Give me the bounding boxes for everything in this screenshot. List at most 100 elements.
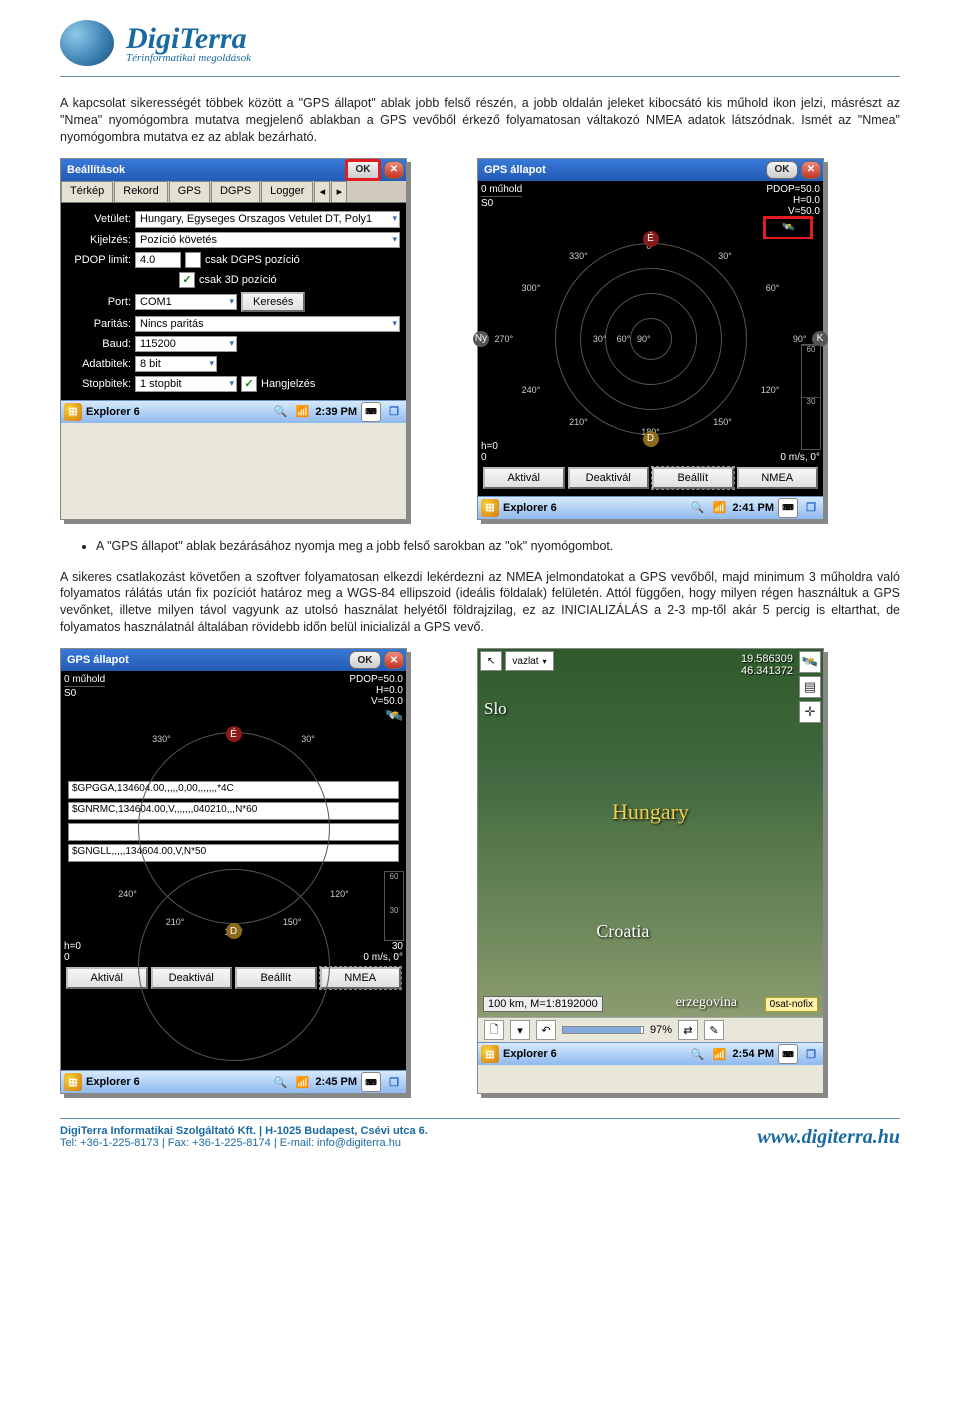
gps2-h: H=0.0: [349, 685, 403, 696]
gps2-muhold: 0 műhold: [64, 674, 105, 685]
task-time: 2:41 PM: [732, 502, 774, 514]
layers-icon[interactable]: ▤: [799, 676, 821, 698]
map-window: ↖ vazlat▾ 🛰️ ▤ ✛ 19.586309 46.341372 Slo…: [477, 648, 824, 1094]
keyboard-icon[interactable]: ⌨: [778, 1044, 798, 1064]
start-icon[interactable]: ⊞: [64, 1073, 82, 1091]
keyboard-icon[interactable]: ⌨: [361, 402, 381, 422]
pointer-tool-icon[interactable]: ↖: [480, 651, 502, 671]
start-icon[interactable]: ⊞: [64, 403, 82, 421]
nmea-button[interactable]: NMEA: [737, 467, 819, 489]
beallit-button[interactable]: Beállít: [652, 467, 734, 489]
signal-bar: 60 30: [801, 344, 821, 450]
tray-icon[interactable]: 🔍: [688, 1045, 706, 1063]
windows-icon[interactable]: ❐: [385, 1073, 403, 1091]
settings-tabs: Térkép Rekord GPS DGPS Logger ◂ ▸: [61, 181, 406, 203]
tab-dgps[interactable]: DGPS: [211, 181, 260, 202]
label-csak-3d: csak 3D pozíció: [199, 274, 277, 286]
task-app[interactable]: Explorer 6: [86, 406, 140, 418]
task-app[interactable]: Explorer 6: [503, 1048, 557, 1060]
keyboard-icon[interactable]: ⌨: [361, 1072, 381, 1092]
map-lat: 46.341372: [741, 665, 793, 677]
draw-icon[interactable]: ✎: [704, 1020, 724, 1040]
tool-icon[interactable]: ⇄: [678, 1020, 698, 1040]
gps1-h: H=0.0: [766, 195, 820, 206]
input-baud[interactable]: 115200: [135, 336, 237, 352]
ok-button[interactable]: OK: [766, 161, 798, 179]
input-paritas[interactable]: Nincs paritás: [135, 316, 400, 332]
task-time: 2:39 PM: [315, 406, 357, 418]
gps1-speed: 0 m/s, 0°: [780, 452, 820, 463]
signal-icon[interactable]: 📶: [710, 1045, 728, 1063]
task-app[interactable]: Explorer 6: [503, 502, 557, 514]
chevron-down-icon[interactable]: ▾: [510, 1020, 530, 1040]
tab-logger[interactable]: Logger: [261, 181, 313, 202]
start-icon[interactable]: ⊞: [481, 1045, 499, 1063]
tray-icon[interactable]: 🔍: [271, 403, 289, 421]
gps1-h0: h=0: [481, 441, 498, 452]
ok-button[interactable]: OK: [349, 651, 381, 669]
input-stopbitek[interactable]: 1 stopbit: [135, 376, 237, 392]
tab-scroll-left-icon[interactable]: ◂: [314, 181, 330, 202]
deaktival-button[interactable]: Deaktivál: [568, 467, 650, 489]
windows-icon[interactable]: ❐: [385, 403, 403, 421]
close-button[interactable]: ✕: [801, 161, 821, 179]
cardinal-n: É: [226, 726, 242, 742]
map-label-hungary: Hungary: [612, 799, 689, 825]
checkbox-3d[interactable]: ✓: [179, 272, 195, 288]
input-kijelzes[interactable]: Pozíció követés: [135, 232, 400, 248]
footer-line-1: DigiTerra Informatikai Szolgáltató Kft. …: [60, 1125, 428, 1137]
gps1-title: GPS állapot: [484, 164, 763, 176]
tab-scroll-right-icon[interactable]: ▸: [331, 181, 347, 202]
tab-gps[interactable]: GPS: [169, 181, 210, 202]
undo-icon[interactable]: ↶: [536, 1020, 556, 1040]
crosshair-icon[interactable]: ✛: [799, 701, 821, 723]
tray-icon[interactable]: 🔍: [688, 499, 706, 517]
input-vetulet[interactable]: Hungary, Egyseges Orszagos Vetulet DT, P…: [135, 211, 400, 228]
satellite-icon[interactable]: 🛰️: [799, 651, 821, 673]
layer-select[interactable]: vazlat▾: [505, 651, 553, 671]
input-adatbitek[interactable]: 8 bit: [135, 356, 217, 372]
label-hangjelzes: Hangjelzés: [261, 378, 315, 390]
checkbox-dgps[interactable]: [185, 252, 201, 268]
signal-icon[interactable]: 📶: [293, 1073, 311, 1091]
checkbox-hangjelzes[interactable]: ✓: [241, 376, 257, 392]
input-port[interactable]: COM1: [135, 294, 237, 310]
footer-line-2: Tel: +36-1-225-8173 | Fax: +36-1-225-817…: [60, 1137, 428, 1149]
close-button[interactable]: ✕: [384, 161, 404, 179]
aktival-button[interactable]: Aktivál: [483, 467, 565, 489]
windows-icon[interactable]: ❐: [802, 499, 820, 517]
taskbar: ⊞ Explorer 6 🔍 📶 2:39 PM ⌨ ❐: [61, 400, 406, 423]
map-toolbar: 🗋 ▾ ↶ 97% ⇄ ✎: [478, 1017, 823, 1042]
task-app[interactable]: Explorer 6: [86, 1076, 140, 1088]
cardinal-s: D: [643, 431, 659, 447]
aktival-button[interactable]: Aktivál: [66, 967, 148, 989]
gps2-h0: h=0: [64, 941, 81, 952]
map-label-croatia: Croatia: [596, 921, 649, 942]
start-icon[interactable]: ⊞: [481, 499, 499, 517]
signal-icon[interactable]: 📶: [710, 499, 728, 517]
keyboard-icon[interactable]: ⌨: [778, 498, 798, 518]
windows-icon[interactable]: ❐: [802, 1045, 820, 1063]
logo-globe-icon: [60, 20, 114, 66]
tab-rekord[interactable]: Rekord: [114, 181, 167, 202]
gps1-pdop: PDOP=50.0: [766, 184, 820, 195]
label-stopbitek: Stopbitek:: [67, 378, 131, 390]
map-canvas[interactable]: ↖ vazlat▾ 🛰️ ▤ ✛ 19.586309 46.341372 Slo…: [478, 649, 823, 1017]
gps1-muhold: 0 műhold: [481, 184, 522, 195]
tray-icon[interactable]: 🔍: [271, 1073, 289, 1091]
header-rule: [60, 76, 900, 77]
kereses-button[interactable]: Keresés: [241, 292, 305, 312]
close-button[interactable]: ✕: [384, 651, 404, 669]
cardinal-s: D: [226, 923, 242, 939]
new-icon[interactable]: 🗋: [484, 1020, 504, 1040]
gps2-title: GPS állapot: [67, 654, 346, 666]
input-pdop[interactable]: 4.0: [135, 252, 181, 268]
ok-button[interactable]: OK: [345, 159, 381, 181]
signal-icon[interactable]: 📶: [293, 403, 311, 421]
zoom-slider[interactable]: [562, 1026, 644, 1034]
nmea-button[interactable]: NMEA: [320, 967, 402, 989]
tab-terkep[interactable]: Térkép: [61, 181, 113, 202]
logo-subtitle: Térinformatikai megoldások: [126, 52, 251, 64]
settings-title: Beállítások: [67, 164, 342, 176]
taskbar: ⊞ Explorer 6 🔍 📶 2:54 PM ⌨ ❐: [478, 1042, 823, 1065]
